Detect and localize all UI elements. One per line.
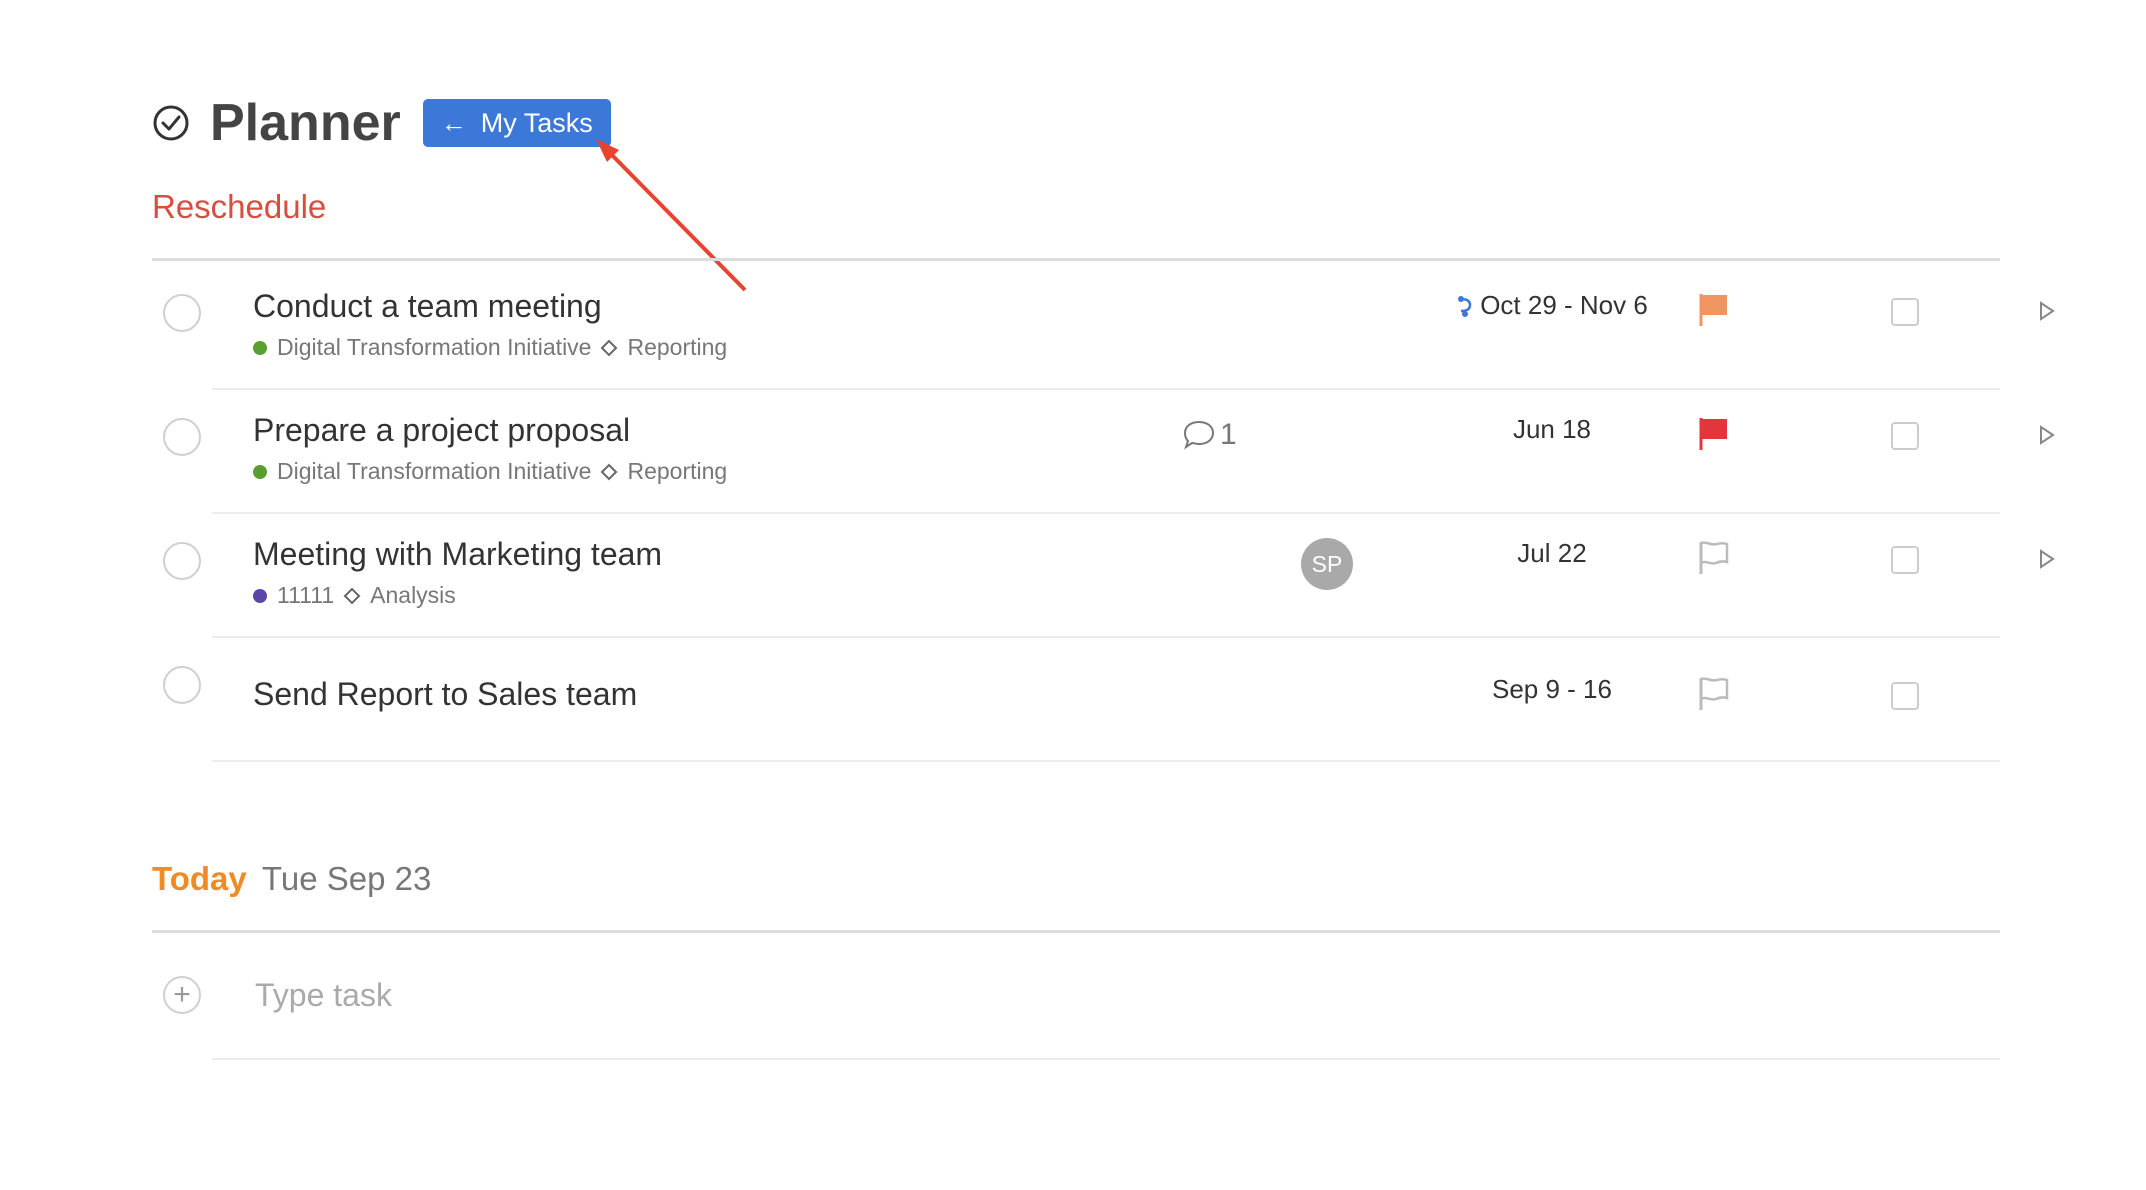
task-row[interactable]: Meeting with Marketing team 11111 Analys… [152,514,2062,638]
select-checkbox[interactable] [1891,682,1919,710]
task-name[interactable]: Conduct a team meeting [253,288,602,325]
task-date[interactable]: Jun 18 [1402,414,1702,445]
project-color-dot [253,464,267,479]
recurring-icon [1458,295,1472,317]
row-divider [212,1058,2000,1060]
reschedule-heading: Reschedule [152,188,327,225]
planner-header: Planner ← My Tasks [152,92,611,154]
task-date-text: Oct 29 - Nov 6 [1480,290,1648,320]
tag-icon [343,587,361,604]
tag-name: Reporting [627,458,728,484]
today-label: Today [152,860,247,897]
new-task-row[interactable]: + [152,962,2000,1060]
arrow-left-icon: ← [440,108,467,138]
comment-icon [1183,420,1215,450]
project-name: 11111 [277,582,335,608]
select-checkbox[interactable] [1891,546,1919,574]
priority-flag-icon[interactable] [1697,676,1731,712]
my-tasks-label: My Tasks [480,107,593,138]
task-name[interactable]: Meeting with Marketing team [253,536,662,573]
task-row[interactable]: Conduct a team meeting Digital Transform… [152,266,2062,390]
add-task-icon[interactable]: + [163,976,201,1014]
today-date: Tue Sep 23 [261,860,432,897]
select-checkbox[interactable] [1891,298,1919,326]
task-row[interactable]: Prepare a project proposal Digital Trans… [152,390,2062,514]
tag-name: Analysis [370,582,456,608]
task-meta: 11111 Analysis [253,582,456,609]
task-row[interactable]: Send Report to Sales team Sep 9 - 16 [152,638,2062,762]
complete-task-checkbox[interactable] [163,666,201,704]
task-meta: Digital Transformation Initiative Report… [253,334,727,361]
tag-name: Reporting [627,334,728,360]
complete-task-checkbox[interactable] [163,542,201,580]
my-tasks-button[interactable]: ← My Tasks [422,99,611,147]
select-checkbox[interactable] [1891,422,1919,450]
check-circle-icon [153,105,189,141]
page-title: Planner [210,94,401,152]
comment-count: 1 [1220,418,1237,451]
play-icon[interactable] [2038,300,2056,322]
task-date[interactable]: Sep 9 - 16 [1402,674,1702,705]
complete-task-checkbox[interactable] [163,418,201,456]
project-name: Digital Transformation Initiative [277,334,592,360]
project-name: Digital Transformation Initiative [277,458,592,484]
today-heading: Today Tue Sep 23 [152,860,431,898]
tag-icon [601,463,618,480]
priority-flag-icon[interactable] [1697,540,1731,576]
task-meta: Digital Transformation Initiative Report… [253,458,727,485]
play-icon[interactable] [2038,548,2056,570]
task-date-text: Sep 9 - 16 [1492,674,1612,704]
project-color-dot [253,340,267,355]
task-date-text: Jul 22 [1517,538,1587,568]
assignee-avatar[interactable]: SP [1301,538,1353,590]
task-date[interactable]: Oct 29 - Nov 6 [1402,290,1702,321]
complete-task-checkbox[interactable] [163,294,201,332]
tag-icon [601,339,618,356]
task-date[interactable]: Jul 22 [1402,538,1702,569]
priority-flag-icon[interactable] [1697,292,1731,328]
task-name[interactable]: Send Report to Sales team [253,676,637,713]
comments-indicator[interactable]: 1 [1182,418,1237,452]
new-task-input[interactable] [253,970,1157,1020]
play-icon[interactable] [2038,424,2056,446]
section-divider [152,258,2000,261]
task-name[interactable]: Prepare a project proposal [253,412,630,449]
priority-flag-icon[interactable] [1697,416,1731,452]
project-color-dot [253,588,267,603]
section-divider [152,930,2000,933]
task-date-text: Jun 18 [1512,414,1592,444]
row-divider [212,760,2000,762]
